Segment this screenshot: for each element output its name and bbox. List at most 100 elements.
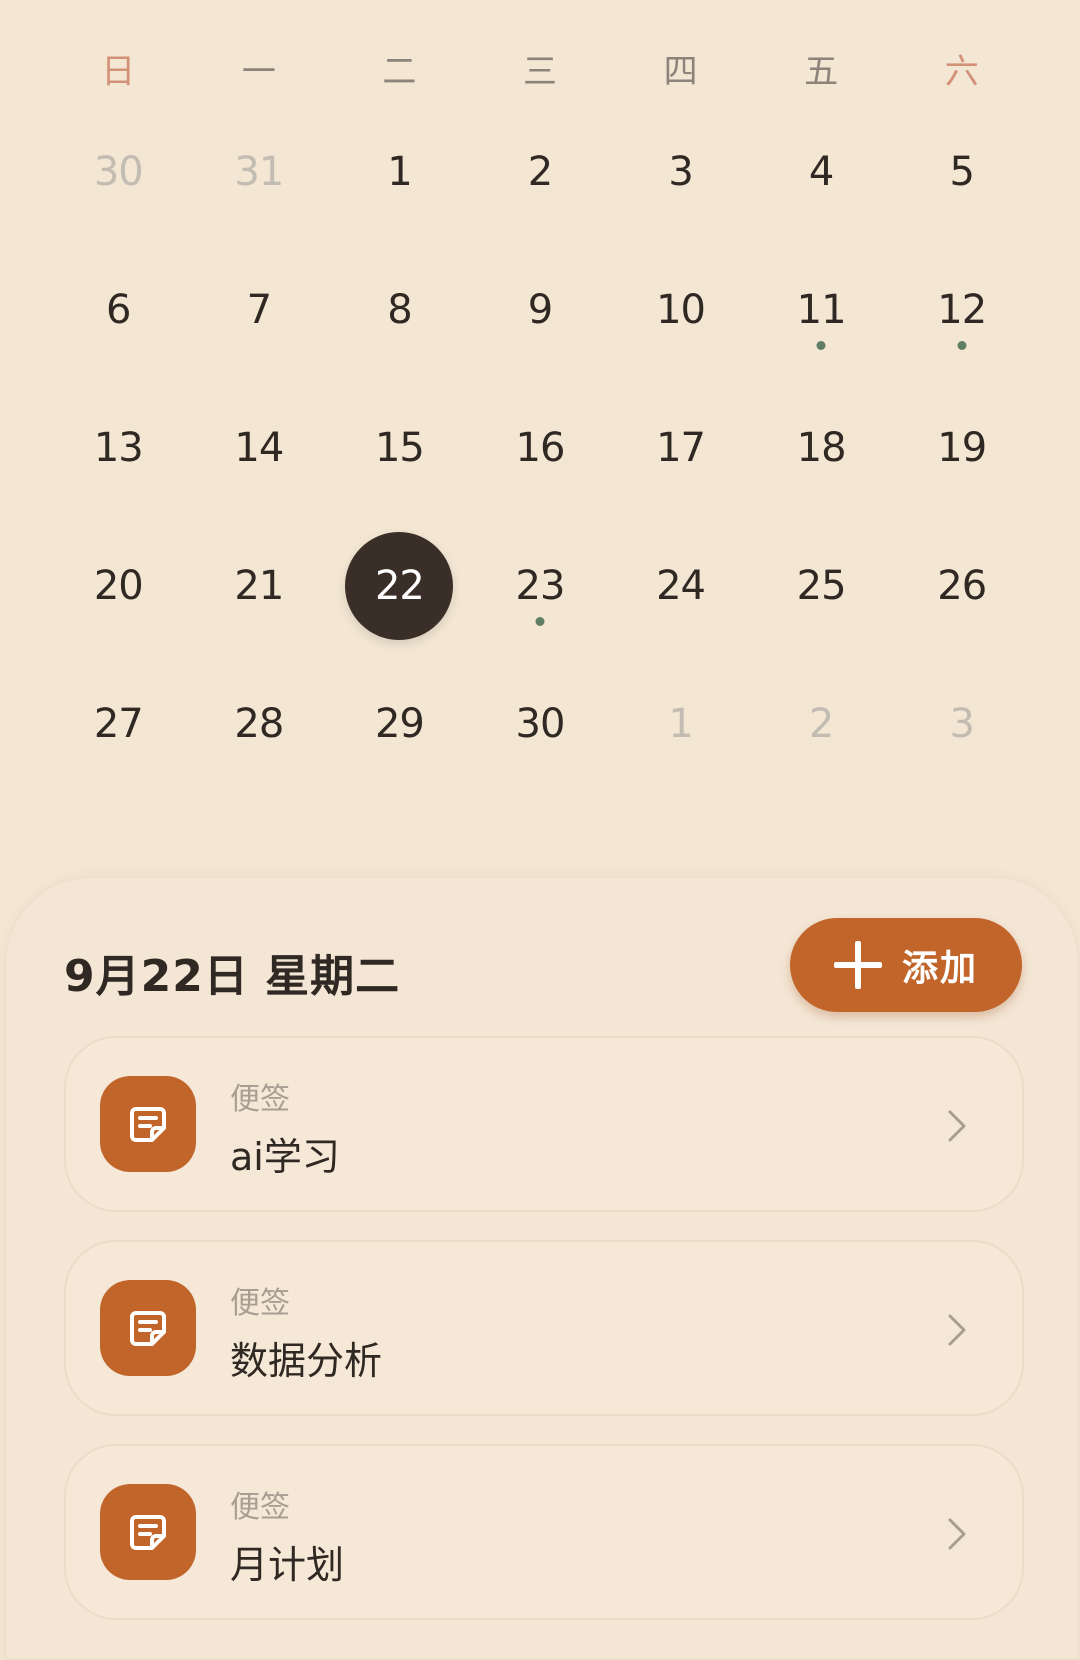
chevron-right-icon <box>948 1518 966 1550</box>
day-number: 3 <box>668 149 693 195</box>
note-type-label: 便签 <box>230 1286 290 1321</box>
day-number: 31 <box>234 149 284 195</box>
plus-icon <box>833 941 882 989</box>
day-number: 30 <box>515 701 566 747</box>
weekday-thu: 四 <box>663 51 698 92</box>
day-number: 15 <box>374 425 425 471</box>
day-cell[interactable]: 5 <box>891 103 1032 241</box>
chevron-right-icon <box>948 1110 966 1142</box>
note-title: 数据分析 <box>230 1339 383 1383</box>
note-card-1[interactable]: 便签 ai学习 <box>64 1036 1024 1212</box>
day-cell[interactable]: 27 <box>48 655 189 793</box>
day-number: 13 <box>93 425 144 471</box>
calendar-page: 日 一 二 三 四 五 六 30 31 1 2 3 4 5 6 7 8 9 10 11 12 13 14 15 1… <box>0 0 1080 1660</box>
day-number: 12 <box>937 287 987 333</box>
day-cell[interactable]: 18 <box>751 379 892 517</box>
add-button[interactable]: 添加 <box>790 918 1022 1012</box>
day-cell[interactable]: 11 <box>751 241 892 379</box>
day-number: 5 <box>949 149 974 195</box>
day-number: 9 <box>527 287 553 333</box>
day-number: 29 <box>374 701 425 747</box>
day-cell[interactable]: 19 <box>891 379 1032 517</box>
note-type-label: 便签 <box>230 1082 290 1117</box>
day-cell[interactable]: 6 <box>48 241 189 379</box>
day-number: 11 <box>796 287 847 333</box>
day-cell[interactable]: 8 <box>329 241 470 379</box>
event-dot <box>816 341 826 350</box>
day-cell[interactable]: 1 <box>329 103 470 241</box>
day-cell[interactable]: 15 <box>329 379 470 517</box>
day-cell[interactable]: 10 <box>610 241 751 379</box>
day-cell[interactable]: 20 <box>48 517 189 655</box>
day-cell[interactable]: 4 <box>751 103 892 241</box>
day-number: 14 <box>234 425 284 471</box>
note-title: ai学习 <box>230 1135 340 1179</box>
day-cell[interactable]: 28 <box>189 655 330 793</box>
day-cell[interactable]: 9 <box>470 241 611 379</box>
day-cell[interactable]: 13 <box>48 379 189 517</box>
day-number: 1 <box>387 149 412 195</box>
day-cell[interactable]: 2 <box>751 655 892 793</box>
day-number: 7 <box>246 287 272 333</box>
note-type-label: 便签 <box>230 1490 290 1525</box>
day-number: 6 <box>106 287 131 333</box>
day-number: 20 <box>93 563 144 609</box>
day-number: 21 <box>234 563 284 609</box>
day-number: 28 <box>234 701 284 747</box>
weekday-fri: 五 <box>804 51 839 92</box>
day-number: 8 <box>387 287 412 333</box>
weekday-tue: 二 <box>382 51 417 92</box>
selected-date-heading: 9月22日 星期二 <box>64 951 401 1002</box>
note-title: 月计划 <box>230 1543 345 1587</box>
day-number: 23 <box>515 563 566 609</box>
event-dot <box>957 341 967 350</box>
day-cell[interactable]: 26 <box>891 517 1032 655</box>
day-number: 2 <box>808 701 834 747</box>
day-cell[interactable]: 3 <box>891 655 1032 793</box>
day-cell[interactable]: 30 <box>470 655 611 793</box>
weekday-header-row: 日 一 二 三 四 五 六 <box>48 40 1032 96</box>
day-cell-selected[interactable]: 22 <box>329 517 470 655</box>
day-cell[interactable]: 31 <box>189 103 330 241</box>
day-number: 25 <box>796 563 847 609</box>
day-cell[interactable]: 30 <box>48 103 189 241</box>
day-cell[interactable]: 29 <box>329 655 470 793</box>
day-cell[interactable]: 16 <box>470 379 611 517</box>
day-number: 18 <box>796 425 847 471</box>
note-card-3[interactable]: 便签 月计划 <box>64 1444 1024 1620</box>
weekday-mon: 一 <box>241 51 276 92</box>
day-cell[interactable]: 23 <box>470 517 611 655</box>
day-cell[interactable]: 1 <box>610 655 751 793</box>
day-number: 27 <box>93 701 144 747</box>
weekday-sun: 日 <box>101 51 136 92</box>
note-icon <box>100 1076 196 1172</box>
weekday-wed: 三 <box>522 51 557 92</box>
day-cell[interactable]: 7 <box>189 241 330 379</box>
day-cell[interactable]: 3 <box>610 103 751 241</box>
note-icon <box>100 1484 196 1580</box>
add-button-label: 添加 <box>901 948 978 989</box>
chevron-right-icon <box>948 1314 966 1346</box>
day-number: 16 <box>515 425 566 471</box>
day-cell[interactable]: 24 <box>610 517 751 655</box>
day-number: 4 <box>808 149 834 195</box>
day-number: 19 <box>937 425 987 471</box>
month-days-grid: 30 31 1 2 3 4 5 6 7 8 9 10 11 12 13 14 15 16 17 18 19 20 21 22 2… <box>48 103 1032 793</box>
note-card-2[interactable]: 便签 数据分析 <box>64 1240 1024 1416</box>
day-number: 2 <box>527 149 553 195</box>
day-cell[interactable]: 14 <box>189 379 330 517</box>
day-number: 22 <box>374 563 425 609</box>
day-cell[interactable]: 25 <box>751 517 892 655</box>
note-icon <box>100 1280 196 1376</box>
day-detail-sheet: 9月22日 星期二 添加 便签 ai学习 便签 数据分析 便签 月计划 <box>4 876 1080 1660</box>
day-cell[interactable]: 21 <box>189 517 330 655</box>
day-number: 17 <box>656 425 706 471</box>
day-number: 3 <box>949 701 974 747</box>
day-number: 10 <box>656 287 706 333</box>
day-cell[interactable]: 2 <box>470 103 611 241</box>
day-cell[interactable]: 12 <box>891 241 1032 379</box>
weekday-sat: 六 <box>944 51 979 92</box>
day-cell[interactable]: 17 <box>610 379 751 517</box>
day-number: 30 <box>93 149 144 195</box>
day-number: 1 <box>668 701 693 747</box>
